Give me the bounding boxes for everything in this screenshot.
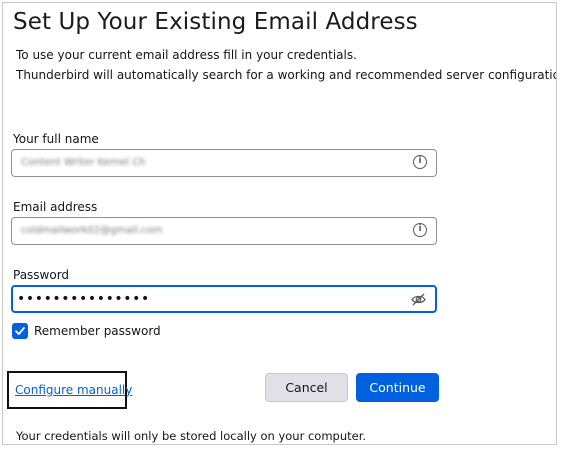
password-value: •••••••••••••••: [17, 291, 150, 307]
intro-text-line-2: Thunderbird will automatically search fo…: [16, 68, 557, 82]
full-name-label: Your full name: [13, 132, 99, 146]
intro-text-line-1: To use your current email address fill i…: [16, 48, 357, 62]
eye-slash-icon[interactable]: [410, 291, 427, 308]
credentials-note: Your credentials will only be stored loc…: [16, 429, 367, 443]
email-label: Email address: [13, 200, 98, 214]
checkmark-icon: [15, 327, 25, 335]
remember-password-checkbox[interactable]: [12, 323, 28, 339]
full-name-input[interactable]: Content Writer Kernel Ch i: [11, 149, 437, 177]
cancel-button[interactable]: Cancel: [265, 373, 348, 402]
info-icon[interactable]: i: [413, 223, 427, 237]
remember-password-label[interactable]: Remember password: [34, 324, 161, 338]
configure-manually-link[interactable]: Configure manually: [15, 383, 132, 397]
info-icon[interactable]: i: [413, 155, 427, 169]
password-input[interactable]: •••••••••••••••: [11, 285, 437, 313]
account-setup-dialog: Set Up Your Existing Email Address To us…: [2, 2, 557, 445]
full-name-value: Content Writer Kernel Ch: [21, 157, 146, 168]
configure-manually-highlight: Configure manually: [7, 371, 132, 409]
email-input[interactable]: coldmailwork02@gmail.com i: [11, 217, 437, 245]
page-title: Set Up Your Existing Email Address: [13, 9, 418, 35]
email-value: coldmailwork02@gmail.com: [21, 225, 163, 236]
continue-button[interactable]: Continue: [356, 373, 439, 402]
password-label: Password: [13, 268, 70, 282]
